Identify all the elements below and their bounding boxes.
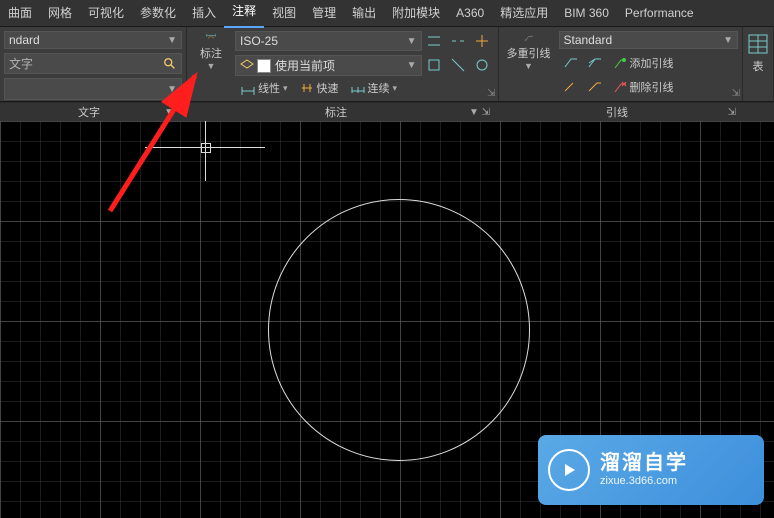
- color-swatch: [257, 59, 271, 73]
- drawing-viewport[interactable]: 溜溜自学 zixue.3d66.com: [0, 121, 774, 518]
- panel-table: 表: [743, 27, 774, 101]
- dimension-icon: [197, 33, 225, 42]
- text-style-value: ndard: [9, 33, 40, 47]
- menu-item-1[interactable]: 网格: [40, 0, 80, 26]
- panel-text: ndard ▼ 文字 ▼: [0, 27, 187, 101]
- pickbox-cursor: [201, 143, 211, 153]
- menu-item-0[interactable]: 曲面: [0, 0, 40, 26]
- dim-layer-value: 使用当前项: [275, 57, 335, 74]
- menu-item-2[interactable]: 可视化: [80, 0, 132, 26]
- panel-title-row: 文字 ▼ 标注 ▼ ⇲ 引线 ⇲: [0, 102, 774, 121]
- panel-launcher-icon[interactable]: ⇲: [487, 88, 495, 99]
- dim-btn-a[interactable]: [423, 54, 445, 76]
- dim-quick-button[interactable]: 快速: [296, 79, 343, 97]
- leader-remove-button[interactable]: 删除引线: [609, 76, 678, 98]
- chevron-down-icon: ▼: [167, 84, 177, 95]
- chevron-down-icon: ▼: [524, 61, 533, 71]
- dim-break-button[interactable]: [447, 30, 469, 52]
- menu-item-7[interactable]: 管理: [304, 0, 344, 26]
- leader-btn-a[interactable]: [560, 76, 582, 98]
- leader-style-value: Standard: [564, 33, 613, 47]
- leader-align-button[interactable]: [560, 52, 582, 74]
- panel-title-text[interactable]: 文字 ▼: [0, 102, 178, 121]
- layer-icon: [240, 59, 254, 73]
- panel-leader: 多重引线 ▼ Standard ▼ 添加引线: [499, 27, 744, 101]
- leader-style-dropdown[interactable]: Standard ▼: [559, 31, 739, 49]
- chevron-down-icon: ▼: [723, 35, 733, 46]
- menu-item-3[interactable]: 参数化: [132, 0, 184, 26]
- menu-item-12[interactable]: BIM 360: [556, 0, 617, 26]
- menu-item-4[interactable]: 插入: [184, 0, 224, 26]
- menu-item-5[interactable]: 注释: [224, 0, 264, 28]
- chevron-down-icon: ⇲: [728, 107, 736, 118]
- menu-item-11[interactable]: 精选应用: [492, 0, 556, 26]
- multileader-button[interactable]: 多重引线 ▼: [505, 31, 553, 71]
- watermark-url: zixue.3d66.com: [600, 475, 688, 488]
- panel-title-table: [740, 102, 774, 121]
- dim-layer-dropdown[interactable]: 使用当前项 ▼: [235, 55, 422, 76]
- chevron-down-icon: ▾: [283, 83, 288, 94]
- chevron-down-icon: ▼: [167, 35, 177, 46]
- dim-update-button[interactable]: [423, 30, 445, 52]
- panel-title-dimension[interactable]: 标注 ▼ ⇲: [178, 102, 494, 121]
- chevron-down-icon: ▾: [393, 83, 398, 94]
- dim-btn-b[interactable]: [447, 54, 469, 76]
- chevron-down-icon: ▼ ⇲: [469, 107, 490, 118]
- table-label: 表: [753, 58, 764, 74]
- menubar: 曲面网格可视化参数化插入注释视图管理输出附加模块A360精选应用BIM 360P…: [0, 0, 774, 27]
- leader-collect-button[interactable]: [584, 52, 606, 74]
- menu-item-8[interactable]: 输出: [344, 0, 384, 26]
- panel-title-leader[interactable]: 引线 ⇲: [494, 102, 740, 121]
- add-leader-icon: [613, 56, 627, 70]
- text-style-dropdown[interactable]: ndard ▼: [4, 31, 182, 49]
- dim-quick-label: 快速: [317, 80, 339, 96]
- dim-style-value: ISO-25: [240, 34, 278, 48]
- multileader-icon: [513, 33, 545, 42]
- linear-dim-icon: [241, 81, 255, 95]
- multileader-label: 多重引线: [507, 45, 551, 61]
- watermark-title: 溜溜自学: [600, 451, 688, 475]
- leader-remove-label: 删除引线: [630, 79, 674, 95]
- play-icon: [548, 449, 590, 491]
- quick-dim-icon: [300, 81, 314, 95]
- chevron-down-icon: ▼: [407, 60, 417, 71]
- menu-item-10[interactable]: A360: [448, 0, 492, 26]
- panel-launcher-icon[interactable]: ⇲: [732, 88, 740, 99]
- find-text-input[interactable]: 文字: [4, 53, 182, 74]
- chevron-down-icon: ▼: [207, 61, 216, 71]
- leader-add-label: 添加引线: [630, 55, 674, 71]
- ribbon: ndard ▼ 文字 ▼ 标注: [0, 27, 774, 102]
- watermark: 溜溜自学 zixue.3d66.com: [538, 435, 764, 505]
- text-extra-dropdown[interactable]: ▼: [4, 78, 182, 100]
- dim-adjust-button[interactable]: [471, 30, 493, 52]
- chevron-down-icon: ▼: [164, 107, 174, 118]
- dim-continue-button[interactable]: 连续 ▾: [347, 79, 402, 97]
- dim-linear-label: 线性: [258, 80, 280, 96]
- menu-item-9[interactable]: 附加模块: [384, 0, 448, 26]
- chevron-down-icon: ▼: [407, 36, 417, 47]
- circle-entity[interactable]: [268, 199, 530, 461]
- remove-leader-icon: [613, 80, 627, 94]
- dimension-tool-button[interactable]: 标注 ▼: [193, 31, 229, 71]
- dimension-tool-label: 标注: [200, 45, 222, 61]
- menu-item-13[interactable]: Performance: [617, 0, 702, 26]
- dim-btn-c[interactable]: [471, 54, 493, 76]
- dim-linear-button[interactable]: 线性 ▾: [237, 79, 292, 97]
- find-text-placeholder: 文字: [9, 55, 33, 72]
- search-icon: [163, 57, 177, 71]
- menu-item-6[interactable]: 视图: [264, 0, 304, 26]
- leader-add-button[interactable]: 添加引线: [609, 52, 678, 74]
- continue-dim-icon: [351, 81, 365, 95]
- dim-continue-label: 连续: [368, 80, 390, 96]
- table-icon[interactable]: [747, 33, 769, 55]
- leader-btn-b[interactable]: [584, 76, 606, 98]
- dim-style-dropdown[interactable]: ISO-25 ▼: [235, 31, 422, 51]
- panel-dimension: 标注 ▼ ISO-25 ▼: [187, 27, 499, 101]
